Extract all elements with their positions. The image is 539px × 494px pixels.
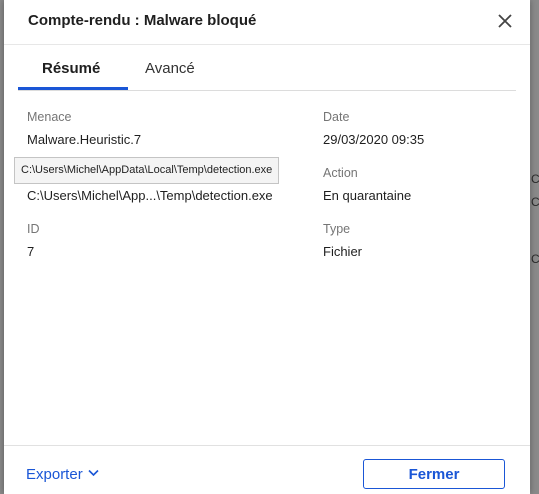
type-label: Type bbox=[323, 222, 351, 236]
tab-avance[interactable]: Avancé bbox=[145, 60, 195, 77]
export-button[interactable]: Exporter bbox=[26, 466, 99, 483]
background-text-fragment: C: bbox=[531, 195, 539, 209]
report-dialog: Compte-rendu : Malware bloqué Résumé Ava… bbox=[4, 0, 530, 494]
action-value: En quarantaine bbox=[323, 188, 412, 203]
path-tooltip: C:\Users\Michel\AppData\Local\Temp\detec… bbox=[14, 157, 280, 184]
export-label: Exporter bbox=[26, 466, 83, 483]
menace-label: Menace bbox=[27, 110, 72, 124]
close-icon[interactable] bbox=[494, 10, 516, 32]
id-value: 7 bbox=[27, 244, 35, 259]
date-label: Date bbox=[323, 110, 350, 124]
date-value: 29/03/2020 09:35 bbox=[323, 132, 425, 147]
background-right-edge bbox=[531, 0, 539, 494]
path-value[interactable]: C:\Users\Michel\App...\Temp\detection.ex… bbox=[27, 188, 273, 203]
dialog-titlebar: Compte-rendu : Malware bloqué bbox=[4, 0, 530, 45]
chevron-down-icon bbox=[88, 469, 99, 477]
footer-divider bbox=[4, 445, 530, 446]
id-label: ID bbox=[27, 222, 40, 236]
tab-resume[interactable]: Résumé bbox=[42, 60, 100, 77]
dialog-title: Compte-rendu : Malware bloqué bbox=[28, 12, 257, 29]
menace-value: Malware.Heuristic.7 bbox=[27, 132, 142, 147]
action-label: Action bbox=[323, 166, 358, 180]
background-text-fragment: C: bbox=[531, 252, 539, 266]
active-tab-indicator bbox=[18, 87, 128, 90]
close-button[interactable]: Fermer bbox=[363, 459, 505, 489]
type-value: Fichier bbox=[323, 244, 363, 259]
tab-bar: Résumé Avancé bbox=[18, 44, 516, 91]
background-text-fragment: C: bbox=[531, 172, 539, 186]
